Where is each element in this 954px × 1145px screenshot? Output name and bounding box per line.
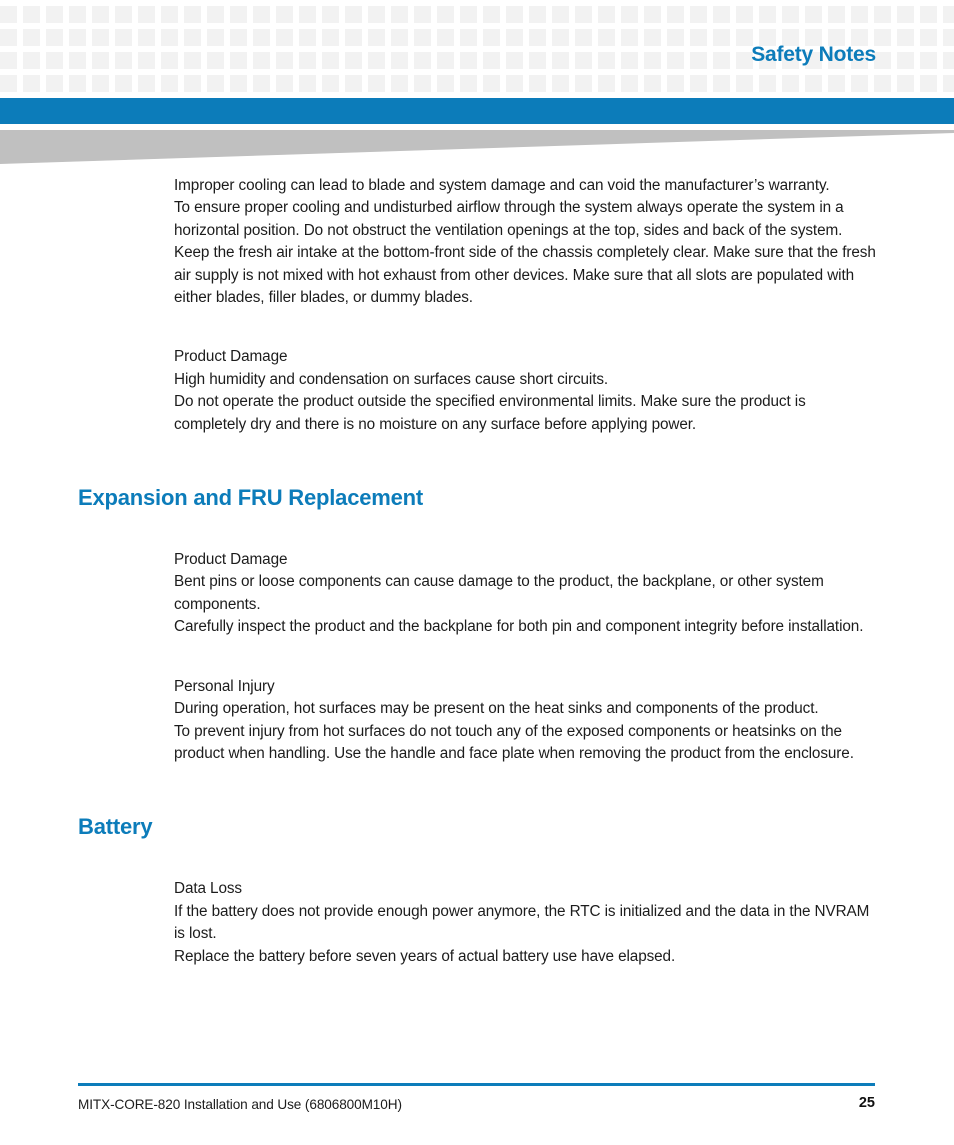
section-heading-battery: Battery	[78, 814, 153, 840]
notice-line: High humidity and condensation on surfac…	[174, 370, 609, 388]
notice-block: Data Loss If the battery does not provid…	[0, 878, 954, 968]
footer-divider	[78, 1083, 875, 1086]
pattern-row	[0, 75, 954, 92]
gray-wedge-shape	[0, 130, 954, 164]
section-heading-expansion-and-fru-replacement: Expansion and FRU Replacement	[78, 485, 424, 511]
notice-line: To ensure proper cooling and undisturbed…	[174, 199, 876, 307]
notice-type-label: Data Loss	[174, 880, 242, 898]
header-accent-bar	[0, 98, 954, 124]
notice-block: Product Damage High humidity and condens…	[0, 346, 954, 436]
notice-line: To prevent injury from hot surfaces do n…	[174, 722, 854, 762]
notice-line: Carefully inspect the product and the ba…	[174, 618, 864, 636]
notice-block: Personal Injury During operation, hot su…	[0, 676, 954, 766]
page-footer: MITX-CORE-820 Installation and Use (6806…	[0, 1083, 954, 1145]
pattern-row	[0, 6, 954, 23]
notice-block: Product Damage Bent pins or loose compon…	[0, 549, 954, 639]
notice-line: Bent pins or loose components can cause …	[174, 573, 824, 613]
notice-line: During operation, hot surfaces may be pr…	[174, 700, 819, 718]
page-number: 25	[858, 1095, 875, 1111]
header-title: Safety Notes	[751, 43, 876, 66]
page-header: Safety Notes	[0, 0, 954, 96]
notice-line: Replace the battery before seven years o…	[174, 947, 676, 965]
notice-block: Improper cooling can lead to blade and s…	[0, 175, 954, 309]
notice-line: If the battery does not provide enough p…	[174, 902, 870, 943]
page-content: Improper cooling can lead to blade and s…	[0, 175, 954, 968]
header-gray-wedge	[0, 130, 954, 164]
notice-type-label: Product Damage	[174, 348, 288, 366]
notice-line: Improper cooling can lead to blade and s…	[174, 177, 830, 194]
notice-type-label: Personal Injury	[174, 677, 275, 695]
notice-line: Do not operate the product outside the s…	[174, 393, 806, 433]
notice-type-label: Product Damage	[174, 551, 288, 569]
footer-document-title: MITX-CORE-820 Installation and Use (6806…	[78, 1097, 402, 1112]
